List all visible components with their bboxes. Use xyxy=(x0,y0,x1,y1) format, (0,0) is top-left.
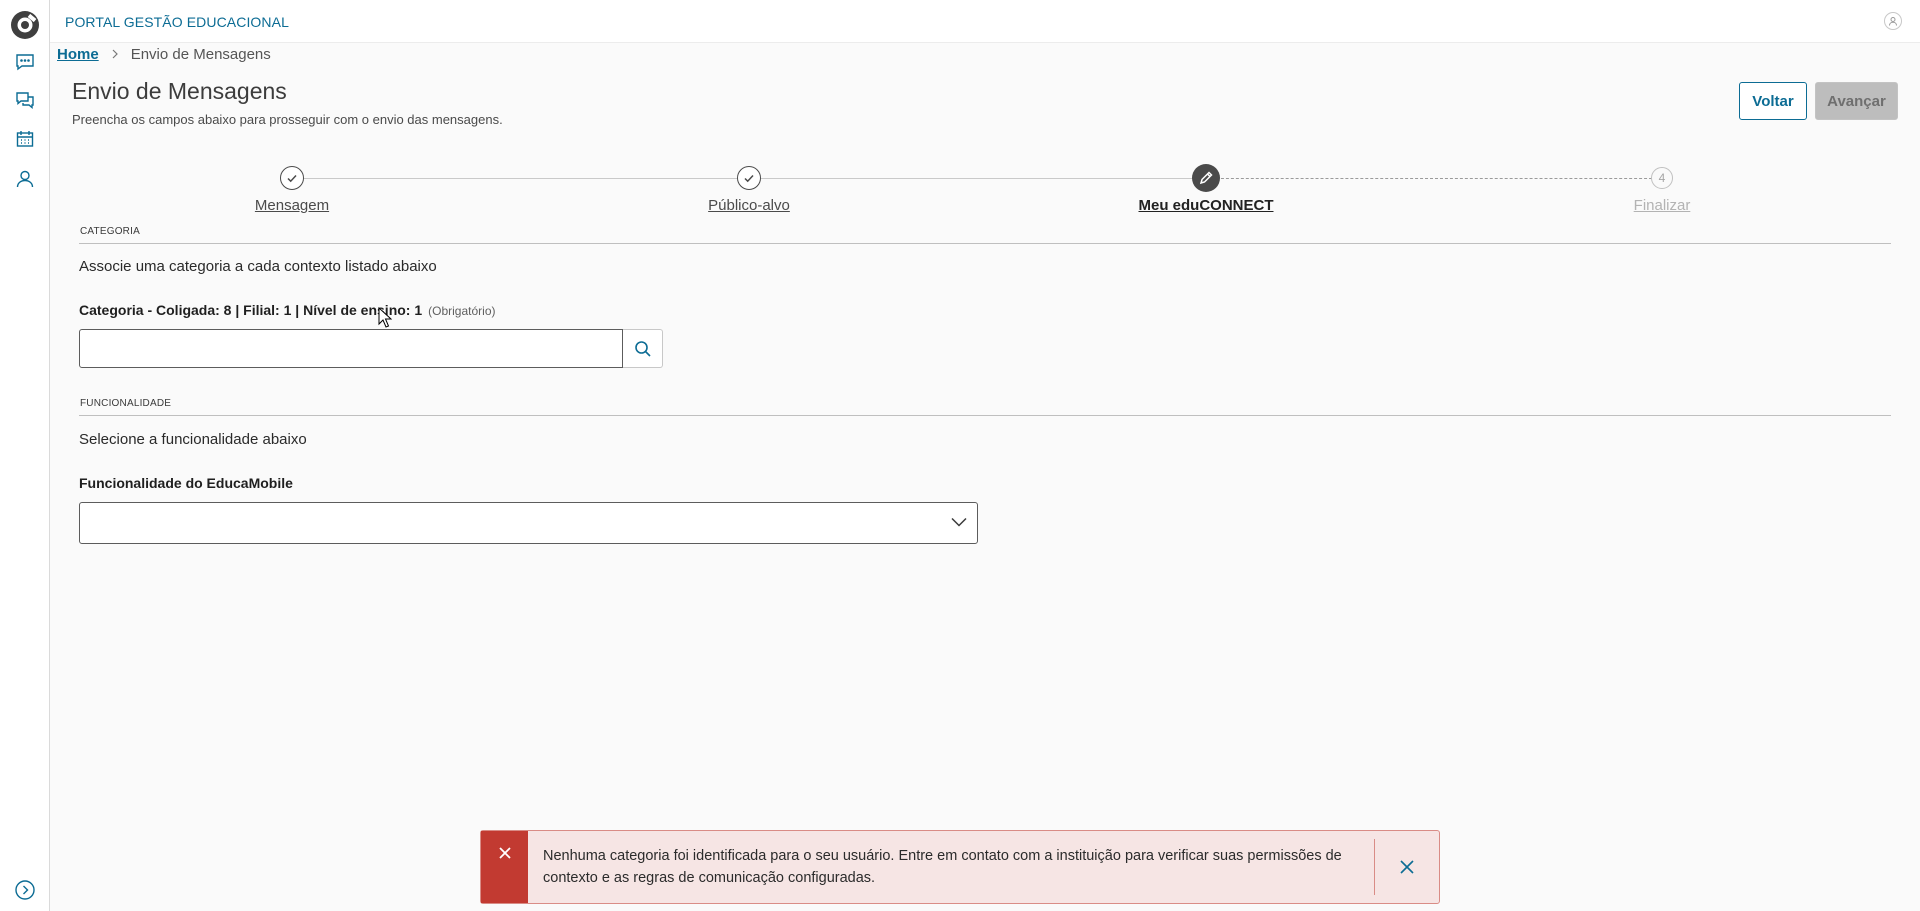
funcionalidade-divider xyxy=(79,415,1891,416)
funcionalidade-field-label: Funcionalidade do EducaMobile xyxy=(79,475,293,491)
chevron-right-circle-icon[interactable] xyxy=(14,879,36,901)
calendar-icon[interactable] xyxy=(13,127,37,151)
close-icon[interactable] xyxy=(1375,831,1439,903)
toast-message: Nenhuma categoria foi identificada para … xyxy=(543,848,1342,886)
message-icon[interactable] xyxy=(13,50,37,74)
step-3-label[interactable]: Meu eduCONNECT xyxy=(1139,197,1274,214)
mouse-cursor-icon xyxy=(378,306,393,329)
next-button[interactable]: Avançar xyxy=(1815,82,1898,120)
stepper-line-pending xyxy=(1206,178,1662,179)
categoria-field-label: Categoria - Coligada: 8 | Filial: 1 | Ní… xyxy=(79,302,496,318)
side-rail xyxy=(0,0,50,911)
step-4-label: Finalizar xyxy=(1633,197,1691,214)
breadcrumb: Home Envio de Mensagens xyxy=(57,46,271,63)
categoria-label-text: Categoria - Coligada: 8 | Filial: 1 | Ní… xyxy=(79,302,423,318)
error-toast: Nenhuma categoria foi identificada para … xyxy=(480,830,1440,904)
step-4-number: 4 xyxy=(1651,167,1673,189)
required-label: (Obrigatório) xyxy=(428,304,496,318)
step-1-label[interactable]: Mensagem xyxy=(255,197,329,214)
step-3-edit-icon[interactable] xyxy=(1192,164,1220,192)
app-logo-icon[interactable] xyxy=(8,8,42,42)
categoria-input[interactable] xyxy=(79,329,623,368)
breadcrumb-current: Envio de Mensagens xyxy=(130,46,271,63)
top-header: PORTAL GESTÃO EDUCACIONAL xyxy=(50,0,1920,43)
search-icon[interactable] xyxy=(623,329,663,368)
funcionalidade-select[interactable] xyxy=(79,502,978,544)
page-title: Envio de Mensagens xyxy=(72,78,287,104)
categoria-divider xyxy=(79,243,1891,244)
chevron-down-icon xyxy=(951,514,967,532)
step-1-check-icon[interactable] xyxy=(280,166,304,190)
funcionalidade-description: Selecione a funcionalidade abaixo xyxy=(79,431,307,448)
user-menu-icon[interactable] xyxy=(1884,12,1902,30)
step-2-label[interactable]: Público-alvo xyxy=(708,197,790,214)
user-icon[interactable] xyxy=(13,167,37,191)
error-icon xyxy=(481,831,528,903)
categoria-section-title: CATEGORIA xyxy=(80,226,140,237)
chat-icon[interactable] xyxy=(13,88,37,112)
breadcrumb-home-link[interactable]: Home xyxy=(57,46,99,63)
portal-title: PORTAL GESTÃO EDUCACIONAL xyxy=(65,14,289,30)
chevron-right-icon xyxy=(111,46,119,63)
page-subtitle: Preencha os campos abaixo para prossegui… xyxy=(72,112,503,127)
categoria-description: Associe uma categoria a cada contexto li… xyxy=(79,258,437,275)
funcionalidade-section-title: FUNCIONALIDADE xyxy=(80,398,172,409)
step-2-check-icon[interactable] xyxy=(737,166,761,190)
categoria-lookup xyxy=(79,329,663,368)
back-button[interactable]: Voltar xyxy=(1739,82,1807,120)
